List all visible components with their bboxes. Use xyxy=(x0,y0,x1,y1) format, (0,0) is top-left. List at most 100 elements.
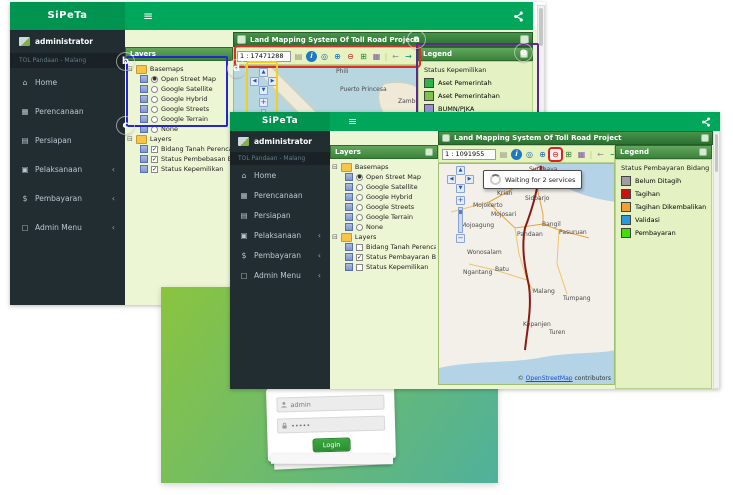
collapse-legend-icon[interactable] xyxy=(520,50,528,58)
checkbox[interactable]: ✓ xyxy=(151,146,158,153)
sidebar-item[interactable]: ⌂ Home xyxy=(230,165,330,185)
sidebar-item[interactable]: ▦ Perencanaan xyxy=(230,185,330,205)
basemap-item[interactable]: Google Streets xyxy=(127,104,231,114)
tree-group-layers[interactable]: ⊟ Layers xyxy=(127,134,231,144)
prev-extent-icon[interactable]: ← xyxy=(595,149,606,160)
scrollbar-thumb[interactable] xyxy=(715,134,718,172)
sidebar-item[interactable]: ▤ Persiapan xyxy=(10,126,125,155)
radio-button[interactable] xyxy=(151,96,158,103)
checkbox[interactable]: ✓ xyxy=(151,156,158,163)
pan-icon[interactable]: ◎ xyxy=(524,149,535,160)
checkbox[interactable]: ✓ xyxy=(356,254,363,261)
basemap-item[interactable]: Google Streets xyxy=(332,202,436,212)
overlay-item[interactable]: ✓ Status Pembebasan Bidang Tan xyxy=(127,154,231,164)
pan-up-icon[interactable]: ▲ xyxy=(456,166,465,175)
zoom-in-button[interactable]: + xyxy=(259,98,268,107)
zoom-in-icon[interactable]: ⊕ xyxy=(332,51,343,62)
basemap-item[interactable]: Google Satellite xyxy=(332,182,436,192)
sidebar-item[interactable]: ▣ Pelaksanaan ‹ xyxy=(10,155,125,184)
save-icon[interactable]: ▤ xyxy=(293,51,304,62)
sidebar-item[interactable]: ▢ Admin Menu ‹ xyxy=(230,265,330,285)
sidebar-item[interactable]: ⌂ Home xyxy=(10,68,125,97)
scrollbar[interactable] xyxy=(713,131,720,389)
username-field[interactable]: admin xyxy=(276,395,384,413)
radio-button[interactable] xyxy=(356,214,363,221)
sidebar-item[interactable]: ▦ Perencanaan xyxy=(10,97,125,126)
radio-button[interactable] xyxy=(151,116,158,123)
collapse-all-icon[interactable] xyxy=(237,35,246,44)
basemap-item[interactable]: Google Terrain xyxy=(332,212,436,222)
radio-button[interactable] xyxy=(356,194,363,201)
collapse-all-icon[interactable] xyxy=(442,134,450,142)
pan-left-icon[interactable]: ◀ xyxy=(250,77,259,86)
tree-expander-icon[interactable]: ⊟ xyxy=(127,135,133,143)
basemap-item[interactable]: None xyxy=(127,124,231,134)
collapse-panel-icon[interactable] xyxy=(520,35,529,44)
openstreetmap-link[interactable]: OpenStreetMap xyxy=(526,375,573,382)
separator[interactable]: | xyxy=(589,149,593,160)
collapse-panel-icon[interactable] xyxy=(701,134,709,142)
overlay-item[interactable]: Bidang Tanah Perencanaan xyxy=(332,242,436,252)
checkbox[interactable] xyxy=(356,244,363,251)
max-extent-icon[interactable]: ⊞ xyxy=(563,149,574,160)
radio-button[interactable] xyxy=(151,86,158,93)
scale-input[interactable] xyxy=(237,51,291,62)
basemap-item[interactable]: Google Hybrid xyxy=(127,94,231,104)
next-extent-icon[interactable]: → xyxy=(608,149,615,160)
collapse-legend-icon[interactable] xyxy=(699,148,707,156)
tree-expander-icon[interactable]: ⊟ xyxy=(332,233,338,241)
scale-input[interactable] xyxy=(442,149,496,160)
checkbox[interactable] xyxy=(356,264,363,271)
info-icon[interactable]: i xyxy=(306,51,317,62)
prev-extent-icon[interactable]: ← xyxy=(390,51,401,62)
password-field[interactable]: ••••• xyxy=(277,415,385,433)
zoom-slider[interactable] xyxy=(458,207,463,233)
pan-up-icon[interactable]: ▲ xyxy=(259,68,268,77)
basemap-item[interactable]: None xyxy=(332,222,436,232)
max-extent-icon[interactable]: ⊞ xyxy=(358,51,369,62)
zoom-in-button[interactable]: + xyxy=(456,196,465,205)
radio-button[interactable] xyxy=(151,126,158,133)
share-icon[interactable] xyxy=(701,117,711,127)
layers-image-icon[interactable]: ▦ xyxy=(576,149,587,160)
zoom-out-button[interactable]: − xyxy=(456,234,465,243)
menu-toggle-icon[interactable]: ≡ xyxy=(348,115,357,128)
radio-button[interactable]: ● xyxy=(356,174,363,181)
info-icon[interactable]: i xyxy=(511,149,522,160)
tree-expander-icon[interactable]: ⊟ xyxy=(332,163,338,171)
app-logo[interactable]: SiPeTa xyxy=(230,112,330,131)
basemap-item[interactable]: Google Terrain xyxy=(127,114,231,124)
radio-button[interactable] xyxy=(151,106,158,113)
radio-button[interactable]: ● xyxy=(151,76,158,83)
basemap-item[interactable]: ● Open Street Map xyxy=(332,172,436,182)
next-extent-icon[interactable]: → xyxy=(403,51,414,62)
pan-right-icon[interactable]: ▶ xyxy=(465,175,474,184)
pan-down-icon[interactable]: ▼ xyxy=(259,86,268,95)
sidebar-item[interactable]: $ Pembayaran ‹ xyxy=(230,245,330,265)
separator[interactable]: | xyxy=(384,51,388,62)
overlay-item[interactable]: ✓ Status Kepemilikan xyxy=(127,164,231,174)
zoom-out-icon[interactable]: ⊖ xyxy=(345,51,356,62)
sidebar-item[interactable]: ▤ Persiapan xyxy=(230,205,330,225)
tree-expander-icon[interactable]: ⊟ xyxy=(127,65,133,73)
pan-icon[interactable]: ◎ xyxy=(319,51,330,62)
map-pan-zoom-control[interactable]: ▲ ◀ ▶ ▼ + − xyxy=(447,166,474,246)
sidebar-item[interactable]: ▢ Admin Menu ‹ xyxy=(10,213,125,242)
pan-down-icon[interactable]: ▼ xyxy=(456,184,465,193)
scrollbar-thumb[interactable] xyxy=(539,8,543,46)
login-button[interactable]: Login xyxy=(313,437,351,452)
basemap-item[interactable]: Google Satellite xyxy=(127,84,231,94)
overlay-item[interactable]: ✓ Bidang Tanah Perencanaan xyxy=(127,144,231,154)
zoom-in-icon[interactable]: ⊕ xyxy=(537,149,548,160)
collapse-layers-icon[interactable] xyxy=(425,148,433,156)
basemap-item[interactable]: Google Hybrid xyxy=(332,192,436,202)
save-icon[interactable]: ▤ xyxy=(498,149,509,160)
tree-group-basemaps[interactable]: ⊟ Basemaps xyxy=(127,64,231,74)
pan-left-icon[interactable]: ◀ xyxy=(447,175,456,184)
radio-button[interactable] xyxy=(356,224,363,231)
layers-image-icon[interactable]: ▦ xyxy=(371,51,382,62)
tree-group-layers[interactable]: ⊟ Layers xyxy=(332,232,436,242)
zoom-box-icon[interactable]: ⊖ xyxy=(550,149,561,160)
map-canvas[interactable]: SurabayaKrianSidoarjoMojokertoMojosariMo… xyxy=(438,163,615,385)
zoom-slider-thumb[interactable] xyxy=(459,210,462,214)
